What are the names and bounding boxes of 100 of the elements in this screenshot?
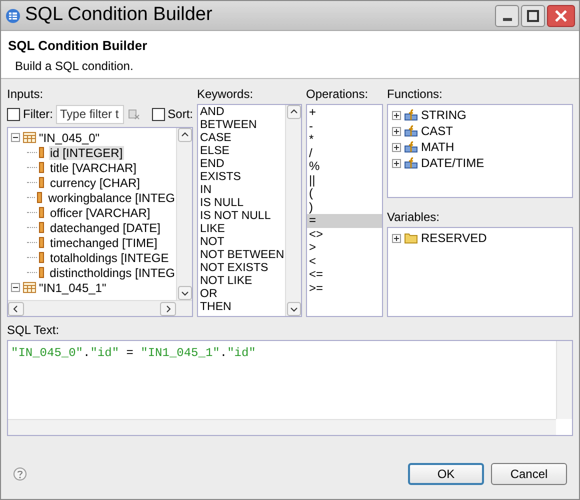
- maximize-button[interactable]: [521, 4, 545, 26]
- sql-text-label: SQL Text:: [7, 323, 60, 337]
- collapse-icon[interactable]: [11, 133, 20, 142]
- function-folder-icon: [404, 109, 418, 121]
- help-icon: [13, 467, 27, 481]
- close-button[interactable]: [547, 4, 575, 26]
- column-name[interactable]: workingbalance [INTEG: [47, 190, 176, 204]
- sort-label: Sort:: [168, 106, 193, 123]
- function-category[interactable]: CAST: [421, 122, 454, 140]
- collapse-icon[interactable]: [11, 283, 20, 292]
- close-icon: [554, 8, 568, 22]
- maximize-icon: [527, 10, 539, 22]
- scrollbar[interactable]: [285, 105, 301, 316]
- expand-icon[interactable]: [392, 110, 401, 120]
- operation-item[interactable]: %: [307, 160, 382, 174]
- header-description: Build a SQL condition.: [15, 58, 134, 75]
- expand-icon[interactable]: [392, 142, 401, 152]
- column-icon: [37, 192, 42, 203]
- expand-icon[interactable]: [392, 234, 401, 242]
- keyword-item[interactable]: OR: [200, 288, 285, 301]
- operation-item[interactable]: -: [307, 120, 382, 133]
- keywords-label: Keywords:: [197, 87, 254, 101]
- column-icon: [39, 147, 44, 158]
- column-name[interactable]: id [INTEGER]: [49, 146, 124, 160]
- filter-label: Filter:: [23, 106, 53, 123]
- variable-category[interactable]: RESERVED: [421, 229, 487, 247]
- sql-operator: .: [220, 346, 228, 360]
- horizontal-scrollbar[interactable]: [8, 300, 192, 316]
- horizontal-scrollbar[interactable]: [8, 419, 556, 435]
- scrollbar[interactable]: [176, 128, 192, 300]
- column-name[interactable]: datechanged [DATE]: [49, 220, 162, 234]
- scrollbar[interactable]: [556, 341, 572, 419]
- app-icon: [5, 8, 21, 24]
- column-icon: [39, 162, 44, 173]
- minimize-icon: [502, 18, 512, 20]
- function-category[interactable]: STRING: [421, 106, 466, 124]
- keyword-item[interactable]: IN: [200, 184, 285, 197]
- cancel-button[interactable]: Cancel: [491, 463, 567, 485]
- sql-string: "IN_045_0": [11, 346, 84, 360]
- column-name[interactable]: distinctholdings [INTEG: [48, 266, 176, 280]
- column-name[interactable]: totalholdings [INTEGE: [49, 250, 170, 264]
- keyword-item[interactable]: NOT LIKE: [200, 275, 285, 288]
- keyword-item[interactable]: AND: [200, 106, 285, 119]
- column-icon: [39, 207, 44, 218]
- operation-item[interactable]: +: [307, 106, 382, 120]
- operation-item[interactable]: ): [307, 200, 382, 214]
- sql-string: "id": [90, 346, 120, 360]
- operation-item[interactable]: (: [307, 187, 382, 200]
- keyword-item[interactable]: IS NOT NULL: [200, 210, 285, 223]
- column-name[interactable]: timechanged [TIME]: [49, 236, 158, 250]
- column-icon: [38, 267, 44, 278]
- keyword-item[interactable]: NOT: [200, 236, 285, 249]
- keyword-item[interactable]: NOT BETWEEN: [200, 249, 285, 262]
- checkbox[interactable]: [7, 108, 20, 120]
- sql-operator: .: [83, 346, 90, 360]
- filter-field[interactable]: Type filter t: [56, 104, 124, 124]
- column-name[interactable]: currency [CHAR]: [49, 176, 142, 190]
- expand-icon[interactable]: [392, 126, 401, 136]
- folder-icon: [404, 232, 418, 244]
- column-icon: [39, 177, 44, 188]
- keyword-item[interactable]: END: [200, 158, 285, 171]
- keyword-item[interactable]: BETWEEN: [200, 119, 285, 132]
- operation-item[interactable]: >: [307, 241, 382, 254]
- sql-operator: =: [125, 346, 134, 360]
- column-name[interactable]: title [VARCHAR]: [49, 160, 138, 174]
- minimize-button[interactable]: [495, 4, 519, 26]
- operation-item[interactable]: <=: [307, 268, 382, 282]
- keyword-item[interactable]: IS NULL: [200, 197, 285, 210]
- function-folder-icon: [404, 125, 418, 137]
- keyword-item[interactable]: CASE: [200, 132, 285, 145]
- table-name[interactable]: "IN_045_0": [39, 130, 100, 144]
- operation-item[interactable]: <: [307, 254, 382, 268]
- column-icon: [39, 222, 44, 233]
- keyword-item[interactable]: THEN: [200, 301, 285, 314]
- ok-button[interactable]: OK: [408, 463, 484, 485]
- sql-string: "IN1_045_1": [140, 346, 220, 360]
- operation-item[interactable]: >=: [307, 282, 382, 295]
- operation-item[interactable]: <>: [307, 228, 382, 241]
- keyword-item[interactable]: NOT EXISTS: [200, 262, 285, 275]
- table-name[interactable]: "IN1_045_1": [39, 280, 106, 294]
- header-title: SQL Condition Builder: [8, 38, 148, 54]
- function-category[interactable]: DATE/TIME: [421, 154, 484, 172]
- function-folder-icon: [404, 141, 418, 153]
- function-category[interactable]: MATH: [421, 138, 454, 156]
- column-icon: [39, 237, 44, 248]
- column-name[interactable]: officer [VARCHAR]: [49, 206, 152, 220]
- keyword-item[interactable]: LIKE: [200, 223, 285, 236]
- clear-filter-icon: [128, 108, 140, 120]
- column-icon: [39, 252, 44, 263]
- sql-text-area[interactable]: "IN_045_0"."id" = "IN1_045_1"."id": [7, 340, 573, 436]
- operation-item[interactable]: /: [307, 146, 382, 160]
- keyword-item[interactable]: EXISTS: [200, 171, 285, 184]
- variables-label: Variables:: [387, 210, 440, 224]
- checkbox[interactable]: [152, 108, 165, 120]
- operation-item[interactable]: *: [307, 133, 382, 146]
- operation-item[interactable]: =: [307, 214, 382, 228]
- functions-label: Functions:: [387, 87, 444, 101]
- keyword-item[interactable]: ELSE: [200, 145, 285, 158]
- operation-item[interactable]: ||: [307, 174, 382, 187]
- expand-icon[interactable]: [392, 158, 401, 168]
